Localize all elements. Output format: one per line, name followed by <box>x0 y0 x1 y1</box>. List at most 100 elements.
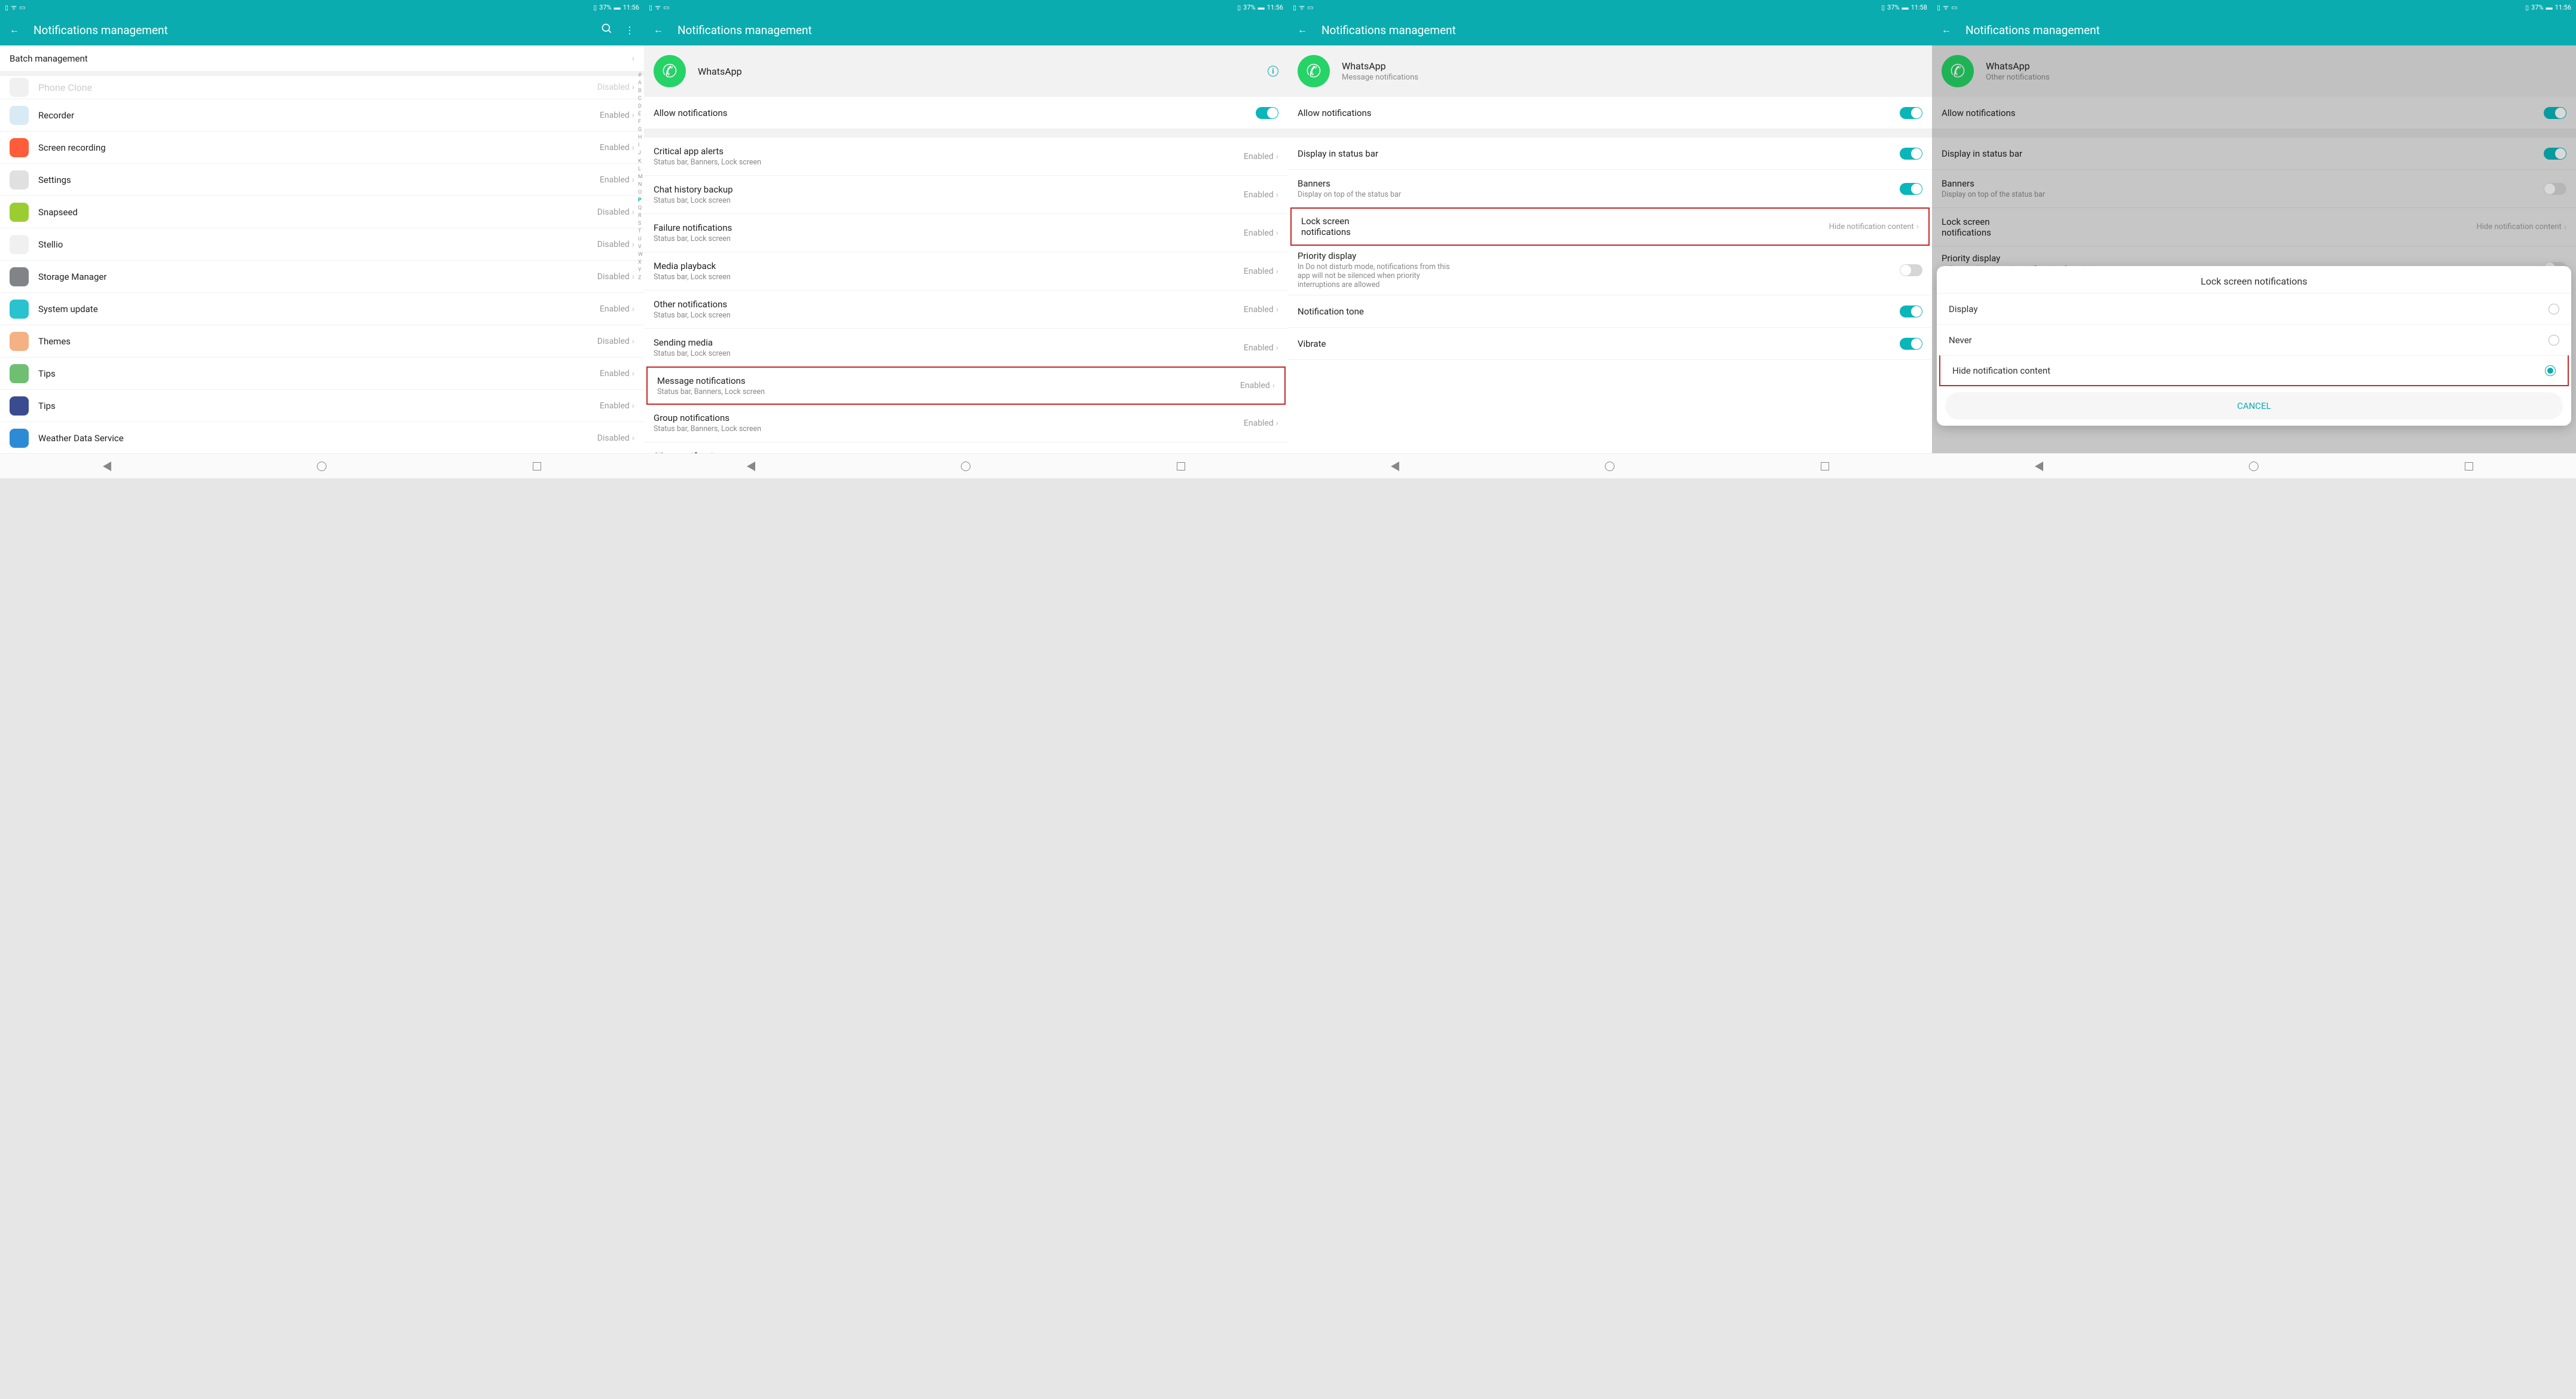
app-row[interactable]: Recorder Enabled › <box>0 99 644 132</box>
app-row[interactable]: System update Enabled › <box>0 293 644 325</box>
alpha-letter[interactable]: D <box>638 103 643 111</box>
cat-title: Other notifications <box>654 299 1244 310</box>
nav-recent-icon[interactable] <box>1177 462 1185 471</box>
alpha-letter[interactable]: I <box>638 142 643 149</box>
alpha-letter[interactable]: T <box>638 228 643 236</box>
alpha-letter[interactable]: O <box>638 189 643 197</box>
allow-toggle[interactable] <box>1256 107 1278 119</box>
alpha-letter[interactable]: K <box>638 158 643 166</box>
category-row[interactable]: Failure notifications Status bar, Lock s… <box>644 214 1288 252</box>
alpha-letter[interactable]: N <box>638 181 643 189</box>
chevron-right-icon: › <box>632 401 634 411</box>
app-name: Tips <box>38 368 600 379</box>
app-icon <box>10 300 29 319</box>
alpha-letter[interactable]: M <box>638 173 643 181</box>
allow-notifications-row[interactable]: Allow notifications <box>644 97 1288 129</box>
dialog-option-never[interactable]: Never <box>1937 324 2571 355</box>
alpha-letter[interactable]: E <box>638 111 643 118</box>
back-icon[interactable]: ← <box>1298 24 1307 36</box>
alpha-letter[interactable]: A <box>638 80 643 87</box>
display-toggle[interactable] <box>1900 148 1922 160</box>
category-row[interactable]: Sending media Status bar, Lock screen En… <box>644 329 1288 367</box>
app-row[interactable]: Storage Manager Disabled › <box>0 261 644 293</box>
display-status-bar-row[interactable]: Display in status bar <box>1288 138 1932 170</box>
alpha-letter[interactable]: L <box>638 166 643 173</box>
category-row[interactable]: Other notifications Status bar, Lock scr… <box>644 291 1288 329</box>
app-row[interactable]: Settings Enabled › <box>0 164 644 196</box>
category-row[interactable]: Silent notifications Status bar, Lock sc… <box>644 442 1288 453</box>
nav-home-icon[interactable] <box>317 462 326 471</box>
nav-recent-icon[interactable] <box>2465 462 2473 471</box>
whatsapp-icon: ✆ <box>1298 55 1330 87</box>
nav-back-icon[interactable] <box>103 462 111 471</box>
app-name: Phone Clone <box>38 82 597 93</box>
banners-toggle[interactable] <box>1900 183 1922 195</box>
category-row[interactable]: Group notifications Status bar, Banners,… <box>644 404 1288 442</box>
app-icon <box>10 203 29 222</box>
banners-row[interactable]: Banners Display on top of the status bar <box>1288 170 1932 208</box>
alpha-letter[interactable]: P <box>638 197 643 204</box>
alpha-letter[interactable]: Y <box>638 267 643 274</box>
search-icon[interactable] <box>601 23 613 37</box>
dialog-option-hide[interactable]: Hide notification content <box>1939 355 2569 386</box>
alpha-letter[interactable]: X <box>638 259 643 267</box>
alpha-letter[interactable]: G <box>638 126 643 134</box>
app-row[interactable]: Stellio Disabled › <box>0 228 644 261</box>
alpha-letter[interactable]: # <box>638 72 643 80</box>
vibrate-toggle[interactable] <box>1900 338 1922 350</box>
dialog-option-display[interactable]: Display <box>1937 293 2571 324</box>
back-icon[interactable]: ← <box>10 24 19 36</box>
back-icon[interactable]: ← <box>654 24 663 36</box>
app-row[interactable]: Themes Disabled › <box>0 325 644 358</box>
batch-management-row[interactable]: Batch management › <box>0 45 644 72</box>
alphabet-index[interactable]: #ABCDEFGHIJKLMNOPQRSTUVWXYZ <box>638 72 643 282</box>
clipped-app-row[interactable]: Phone Clone Disabled › <box>0 75 644 99</box>
nav-recent-icon[interactable] <box>533 462 541 471</box>
option-label: Hide notification content <box>1952 365 2545 376</box>
alpha-letter[interactable]: F <box>638 118 643 126</box>
alpha-letter[interactable]: H <box>638 134 643 142</box>
cat-title: Silent notifications <box>654 451 1244 453</box>
tone-toggle[interactable] <box>1900 306 1922 317</box>
nav-recent-icon[interactable] <box>1821 462 1829 471</box>
info-icon[interactable]: i <box>1268 66 1278 77</box>
cancel-button[interactable]: CANCEL <box>1945 392 2563 420</box>
app-status: Enabled <box>600 143 630 152</box>
alpha-letter[interactable]: U <box>638 236 643 243</box>
nav-bar <box>0 453 644 478</box>
allow-toggle[interactable] <box>1900 107 1922 119</box>
app-row[interactable]: Weather Data Service Disabled › <box>0 422 644 453</box>
app-row[interactable]: Snapseed Disabled › <box>0 196 644 228</box>
category-row[interactable]: Critical app alerts Status bar, Banners,… <box>644 138 1288 176</box>
alpha-letter[interactable]: S <box>638 220 643 228</box>
app-row[interactable]: Tips Enabled › <box>0 390 644 422</box>
nav-back-icon[interactable] <box>2035 462 2043 471</box>
more-icon[interactable]: ⋮ <box>625 25 634 36</box>
alpha-letter[interactable]: W <box>638 251 643 259</box>
app-row[interactable]: Tips Enabled › <box>0 358 644 390</box>
lock-screen-row[interactable]: Lock screen notifications Hide notificat… <box>1290 207 1930 246</box>
category-row[interactable]: Media playback Status bar, Lock screen E… <box>644 252 1288 291</box>
alpha-letter[interactable]: Q <box>638 204 643 212</box>
nav-home-icon[interactable] <box>961 462 970 471</box>
allow-notifications-row[interactable]: Allow notifications <box>1288 97 1932 129</box>
nav-back-icon[interactable] <box>747 462 755 471</box>
alpha-letter[interactable]: C <box>638 95 643 103</box>
alpha-letter[interactable]: J <box>638 149 643 157</box>
app-row[interactable]: Screen recording Enabled › <box>0 132 644 164</box>
alpha-letter[interactable]: B <box>638 87 643 95</box>
prio-toggle[interactable] <box>1900 264 1922 276</box>
alpha-letter[interactable]: Z <box>638 274 643 282</box>
notification-tone-row[interactable]: Notification tone <box>1288 295 1932 328</box>
chevron-right-icon: › <box>632 304 634 314</box>
back-icon[interactable]: ← <box>1942 24 1951 36</box>
vibrate-row[interactable]: Vibrate <box>1288 328 1932 360</box>
nav-home-icon[interactable] <box>2249 462 2258 471</box>
category-row[interactable]: Chat history backup Status bar, Lock scr… <box>644 176 1288 214</box>
nav-back-icon[interactable] <box>1391 462 1399 471</box>
alpha-letter[interactable]: R <box>638 212 643 220</box>
nav-home-icon[interactable] <box>1605 462 1614 471</box>
alpha-letter[interactable]: V <box>638 243 643 251</box>
priority-display-row[interactable]: Priority display In Do not disturb mode,… <box>1288 245 1932 295</box>
category-message-notifications[interactable]: Message notifications Status bar, Banner… <box>646 366 1286 405</box>
